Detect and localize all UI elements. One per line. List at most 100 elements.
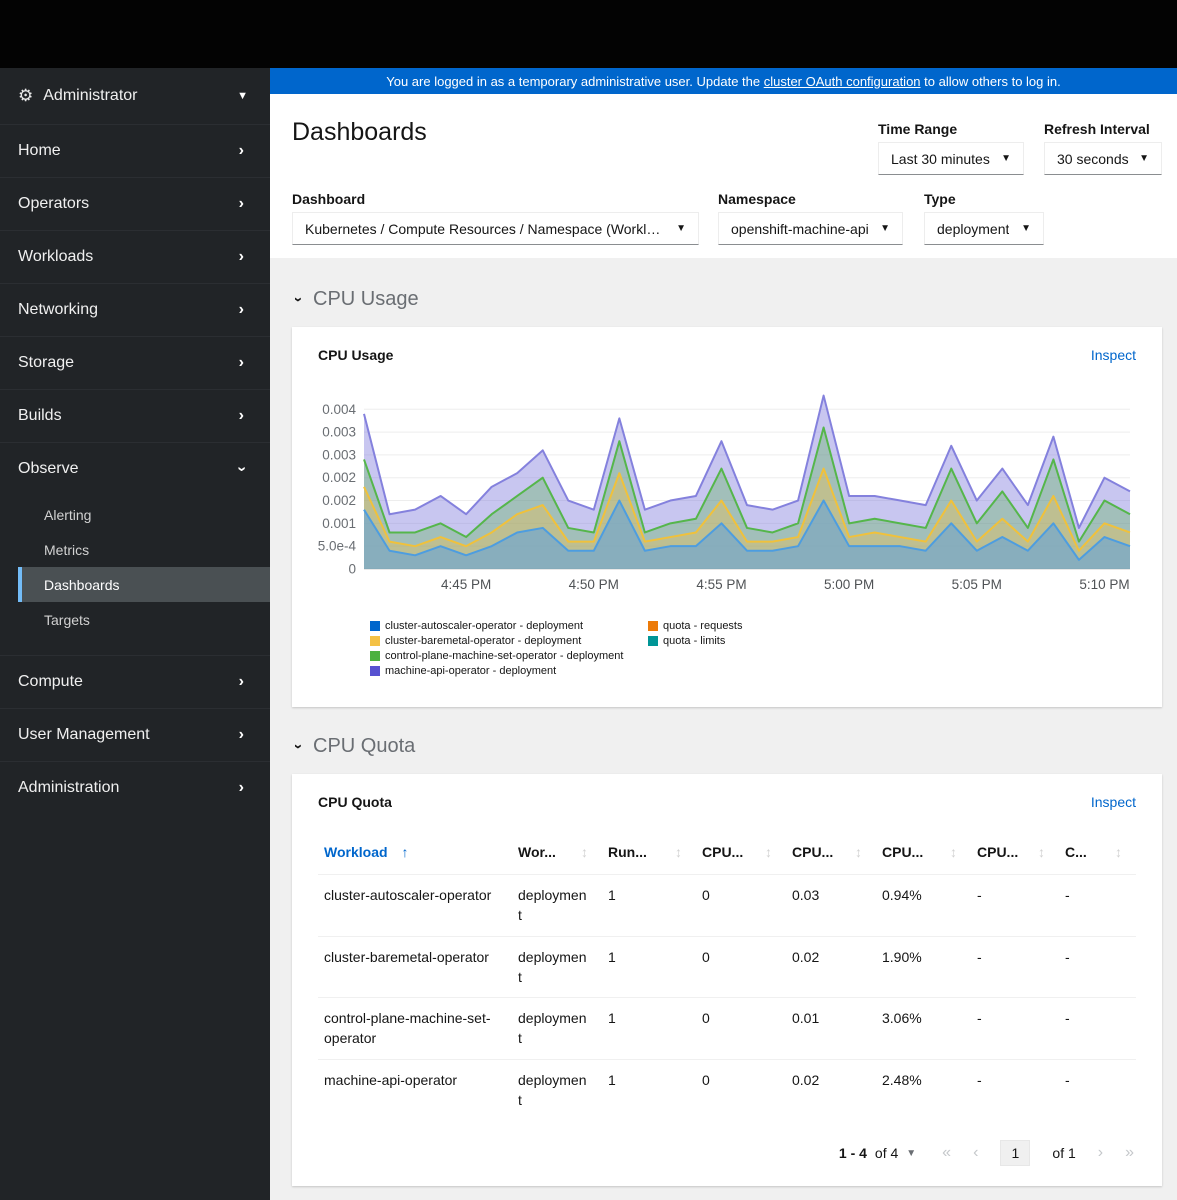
section-cpu-quota-header[interactable]: › CPU Quota	[290, 735, 1162, 758]
cluster-oauth-configuration-link[interactable]: cluster OAuth configuration	[764, 74, 921, 89]
legend-item-quota-limits: quota - limits	[648, 635, 743, 647]
caret-down-icon: ▼	[237, 90, 248, 102]
chevron-right-icon: ›	[238, 673, 244, 690]
chevron-right-icon: ›	[238, 248, 244, 265]
sidebar-item-alerting[interactable]: Alerting	[18, 497, 270, 532]
cpu-quota-card: CPU Quota Inspect Workload ↑ Wor... ↕ Run...…	[292, 774, 1162, 1187]
cpu-usage-card: CPU Usage Inspect 0 5.0e-4 0.001 0.002 0.002…	[292, 327, 1162, 707]
sidebar-item-label: Home	[18, 142, 61, 159]
sidebar-item-operators[interactable]: Operators ›	[0, 177, 270, 230]
sidebar-item-home[interactable]: Home ›	[0, 124, 270, 177]
table-row-machine-api-operator: machine-api-operator deployment 1 0 0.02 2.48…	[318, 1058, 1136, 1121]
main-area: You are logged in as a temporary adminis…	[270, 68, 1177, 1200]
chevron-right-icon: ›	[238, 195, 244, 212]
column-header-cpu-[interactable]: CPU... ↕	[971, 836, 1059, 875]
workload-cell: cluster-baremetal-operator	[318, 935, 512, 998]
legend-swatch	[370, 651, 380, 661]
column-header-c-[interactable]: C... ↕	[1059, 836, 1136, 875]
legend-label: quota - limits	[663, 635, 726, 647]
sidebar-item-label: Compute	[18, 673, 83, 690]
column-header-cpu-[interactable]: CPU... ↕	[876, 836, 971, 875]
chevron-down-icon: ›	[233, 466, 251, 472]
sidebar-item-user-management[interactable]: User Management ›	[0, 708, 270, 761]
cpu-usage-legend: cluster-autoscaler-operator - deployment…	[370, 620, 1162, 677]
column-header-cpu-[interactable]: CPU... ↕	[696, 836, 786, 875]
last-page-button[interactable]: »	[1125, 1144, 1134, 1162]
namespace-select[interactable]: openshift-machine-api ▼	[718, 212, 903, 245]
sidebar-item-targets[interactable]: Targets	[18, 602, 270, 637]
caret-down-icon: ▼	[1139, 153, 1149, 164]
table-cell: 3.06%	[876, 997, 971, 1060]
column-label: CPU...	[792, 844, 834, 860]
sidebar-item-label: User Management	[18, 726, 150, 743]
table-row-cluster-autoscaler-operator: cluster-autoscaler-operator deployment 1 0 0…	[318, 874, 1136, 937]
time-range-label: Time Range	[878, 121, 958, 137]
column-header-cpu-[interactable]: CPU... ↕	[786, 836, 876, 875]
inspect-link[interactable]: Inspect	[1091, 347, 1136, 363]
dashboard-select[interactable]: Kubernetes / Compute Resources / Namespa…	[292, 212, 699, 245]
card-title: CPU Usage	[318, 347, 394, 363]
sidebar-item-label: Observe	[18, 460, 79, 477]
sidebar-item-networking[interactable]: Networking ›	[0, 283, 270, 336]
svg-text:5:10 PM: 5:10 PM	[1079, 577, 1129, 592]
table-cell: -	[971, 997, 1059, 1060]
pagination-range-menu[interactable]: 1 - 4 of 4 ▼	[839, 1145, 916, 1161]
table-cell: 0.02	[786, 1058, 876, 1121]
page-header: Dashboards Time Range Last 30 minutes ▼ …	[270, 94, 1177, 258]
first-page-button[interactable]: «	[942, 1144, 951, 1162]
sidebar-nav: Home › Operators › Workloads › Networking › Stor…	[0, 124, 270, 814]
table-row-control-plane-machine-set-operator: control-plane-machine-set-operator deploy…	[318, 997, 1136, 1060]
namespace-label: Namespace	[718, 191, 796, 207]
table-cell: 0	[696, 935, 786, 998]
sidebar-item-label: Storage	[18, 354, 75, 371]
table-cell: 0.03	[786, 874, 876, 937]
column-label: CPU...	[702, 844, 744, 860]
sort-icon: ↕	[855, 844, 862, 860]
current-page-input[interactable]: 1	[1000, 1140, 1031, 1167]
sidebar-item-storage[interactable]: Storage ›	[0, 336, 270, 389]
table-cell: 1	[602, 935, 696, 998]
sidebar-item-dashboards[interactable]: Dashboards	[18, 567, 270, 602]
column-header-run-[interactable]: Run... ↕	[602, 836, 696, 875]
table-cell: deployment	[512, 874, 602, 937]
column-label: CPU...	[977, 844, 1019, 860]
legend-label: quota - requests	[663, 620, 743, 632]
sidebar-item-administration[interactable]: Administration ›	[0, 761, 270, 814]
section-cpu-usage-header[interactable]: › CPU Usage	[290, 288, 1162, 311]
sidebar-item-builds[interactable]: Builds ›	[0, 389, 270, 442]
sidebar-item-workloads[interactable]: Workloads ›	[0, 230, 270, 283]
table-cell: -	[1059, 997, 1136, 1060]
svg-text:0.002: 0.002	[322, 470, 356, 485]
time-range-select[interactable]: Last 30 minutes ▼	[878, 142, 1024, 175]
sidebar-item-metrics[interactable]: Metrics	[18, 532, 270, 567]
temporary-user-alert: You are logged in as a temporary adminis…	[270, 68, 1177, 94]
refresh-interval-select[interactable]: 30 seconds ▼	[1044, 142, 1162, 175]
caret-down-icon: ▼	[1021, 223, 1031, 234]
sidebar-item-observe[interactable]: Observe ›	[0, 442, 270, 495]
svg-text:5.0e-4: 5.0e-4	[318, 539, 356, 554]
inspect-link[interactable]: Inspect	[1091, 794, 1136, 810]
perspective-switcher[interactable]: ⚙ Administrator ▼	[0, 68, 270, 124]
table-cell: 1	[602, 1058, 696, 1121]
table-cell: 0.94%	[876, 874, 971, 937]
previous-page-button[interactable]: ‹	[973, 1144, 978, 1162]
workload-cell: cluster-autoscaler-operator	[318, 874, 512, 937]
column-header-workload[interactable]: Workload ↑	[318, 836, 512, 875]
cpu-usage-chart: 0 5.0e-4 0.001 0.002 0.002 0.003 0.003 0.004 4:4…	[318, 394, 1131, 592]
next-page-button[interactable]: ›	[1098, 1144, 1103, 1162]
type-select[interactable]: deployment ▼	[924, 212, 1044, 245]
section-title: CPU Quota	[313, 735, 416, 757]
sort-icon: ↕	[950, 844, 957, 860]
legend-swatch	[370, 636, 380, 646]
legend-item-control-plane-machine-set-operator-deployment: control-plane-machine-set-operator - dep…	[370, 650, 648, 662]
column-label: C...	[1065, 844, 1087, 860]
sidebar-item-label: Builds	[18, 407, 62, 424]
column-header-wor-[interactable]: Wor... ↕	[512, 836, 602, 875]
table-cell: 0	[696, 1058, 786, 1121]
sidebar-item-compute[interactable]: Compute ›	[0, 655, 270, 708]
legend-item-cluster-autoscaler-operator-deployment: cluster-autoscaler-operator - deployment	[370, 620, 648, 632]
table-cell: -	[1059, 1058, 1136, 1121]
svg-text:4:55 PM: 4:55 PM	[696, 577, 746, 592]
caret-down-icon: ▼	[676, 223, 686, 234]
table-cell: deployment	[512, 997, 602, 1060]
